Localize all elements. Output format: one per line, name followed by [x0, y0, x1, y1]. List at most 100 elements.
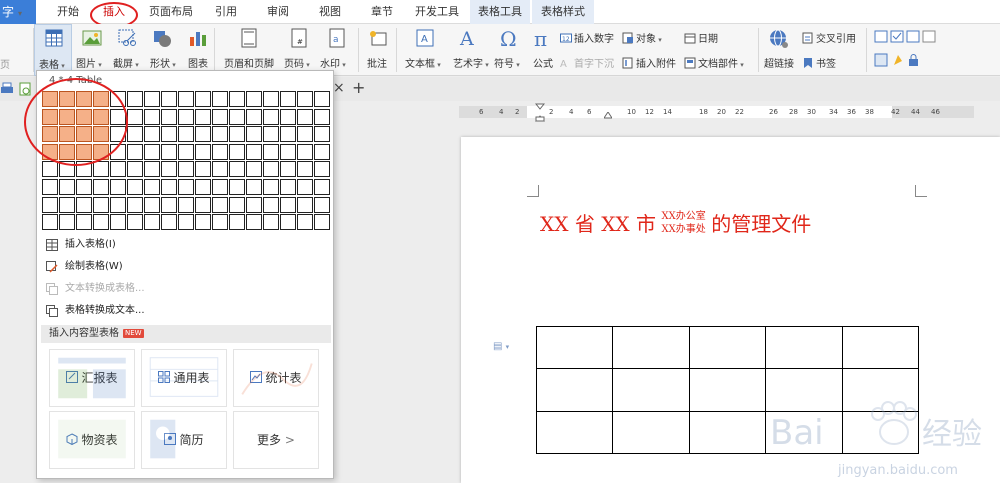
tab-developer-tools[interactable]: 开发工具	[412, 0, 462, 24]
bookmark-button[interactable]: 书签	[802, 55, 836, 70]
tab-review[interactable]: 审阅	[262, 0, 294, 24]
grid-cell[interactable]	[297, 214, 313, 231]
grid-cell[interactable]	[212, 161, 228, 178]
grid-cell[interactable]	[178, 126, 194, 143]
grid-cell[interactable]	[297, 196, 313, 213]
table-cell[interactable]	[765, 325, 843, 370]
text-to-table-menu-item[interactable]: 文本转换成表格...	[43, 279, 329, 299]
grid-cell[interactable]	[76, 196, 92, 213]
grid-cell[interactable]	[246, 108, 262, 125]
grid-cell[interactable]	[76, 179, 92, 195]
grid-cell[interactable]	[144, 143, 160, 160]
grid-cell[interactable]	[314, 214, 330, 231]
tab-stop-marker-icon[interactable]	[604, 112, 612, 119]
grid-cell[interactable]	[195, 196, 211, 213]
grid-cell[interactable]	[297, 161, 313, 178]
grid-cell[interactable]	[144, 126, 160, 143]
grid-cell[interactable]	[246, 91, 262, 107]
grid-cell[interactable]	[263, 143, 279, 160]
grid-cell[interactable]	[127, 214, 143, 231]
grid-cell[interactable]	[280, 179, 296, 195]
grid-cell[interactable]	[110, 196, 126, 213]
template-supplies-card[interactable]: 物资表	[49, 411, 135, 469]
grid-cell[interactable]	[127, 196, 143, 213]
grid-cell[interactable]	[314, 126, 330, 143]
symbol-button[interactable]: 符号 ▾	[494, 55, 520, 70]
grid-cell[interactable]	[246, 161, 262, 178]
draw-table-menu-item[interactable]: 绘制表格(W)	[43, 257, 329, 277]
grid-cell[interactable]	[280, 108, 296, 125]
grid-cell[interactable]	[178, 91, 194, 107]
grid-cell[interactable]	[144, 91, 160, 107]
print-icon[interactable]	[0, 82, 14, 96]
table-cell[interactable]	[612, 325, 690, 370]
grid-cell[interactable]	[297, 143, 313, 160]
grid-cell[interactable]	[178, 143, 194, 160]
chart-button[interactable]: 图表	[188, 55, 208, 70]
grid-cell[interactable]	[195, 143, 211, 160]
grid-cell[interactable]	[314, 196, 330, 213]
indent-marker-icon[interactable]	[535, 103, 545, 123]
grid-cell[interactable]	[280, 143, 296, 160]
close-tab-icon[interactable]: ×	[333, 80, 345, 96]
grid-cell[interactable]	[314, 143, 330, 160]
date-button[interactable]: 日期	[684, 30, 718, 45]
grid-cell[interactable]	[280, 91, 296, 107]
grid-cell[interactable]	[42, 196, 58, 213]
template-resume-card[interactable]: 简历	[141, 411, 227, 469]
grid-cell[interactable]	[178, 196, 194, 213]
grid-cell[interactable]	[42, 161, 58, 178]
table-cell[interactable]	[535, 410, 614, 455]
grid-cell[interactable]	[59, 214, 75, 231]
grid-cell[interactable]	[229, 196, 245, 213]
print-preview-icon[interactable]	[18, 82, 32, 96]
grid-cell[interactable]	[314, 179, 330, 195]
grid-cell[interactable]	[212, 179, 228, 195]
tab-section[interactable]: 章节	[366, 0, 398, 24]
template-general-card[interactable]: 通用表	[141, 349, 227, 407]
picture-button[interactable]: 图片 ▾	[76, 55, 102, 70]
grid-cell[interactable]	[195, 126, 211, 143]
grid-cell[interactable]	[297, 179, 313, 195]
app-menu-button[interactable]: 字 ▾	[0, 0, 36, 24]
grid-cell[interactable]	[246, 196, 262, 213]
grid-cell[interactable]	[195, 179, 211, 195]
tab-page-layout[interactable]: 页面布局	[146, 0, 196, 24]
tab-reference[interactable]: 引用	[210, 0, 242, 24]
grid-cell[interactable]	[110, 214, 126, 231]
grid-cell[interactable]	[178, 179, 194, 195]
tab-view[interactable]: 视图	[314, 0, 346, 24]
grid-cell[interactable]	[161, 161, 177, 178]
table-cell[interactable]	[535, 325, 614, 370]
cross-reference-button[interactable]: 交叉引用	[802, 30, 856, 45]
document-title[interactable]: XX 省 XX 市 XX办公室 XX办事处 的管理文件	[540, 208, 811, 238]
grid-cell[interactable]	[178, 214, 194, 231]
grid-cell[interactable]	[246, 126, 262, 143]
grid-cell[interactable]	[280, 126, 296, 143]
table-cell[interactable]	[612, 410, 690, 455]
grid-cell[interactable]	[263, 179, 279, 195]
tab-start[interactable]: 开始	[50, 0, 86, 24]
grid-cell[interactable]	[314, 108, 330, 125]
textbox-button[interactable]: 文本框 ▾	[405, 55, 441, 70]
grid-cell[interactable]	[229, 161, 245, 178]
grid-cell[interactable]	[246, 214, 262, 231]
grid-cell[interactable]	[76, 214, 92, 231]
grid-cell[interactable]	[161, 91, 177, 107]
grid-cell[interactable]	[161, 196, 177, 213]
grid-cell[interactable]	[229, 179, 245, 195]
grid-cell[interactable]	[110, 161, 126, 178]
grid-cell[interactable]	[144, 196, 160, 213]
grid-cell[interactable]	[195, 161, 211, 178]
grid-cell[interactable]	[195, 108, 211, 125]
screenshot-button[interactable]: 截屏 ▾	[113, 55, 139, 70]
template-more-card[interactable]: 更多 >	[233, 411, 319, 469]
table-cell[interactable]	[535, 368, 614, 412]
grid-cell[interactable]	[59, 196, 75, 213]
grid-cell[interactable]	[144, 179, 160, 195]
grid-cell[interactable]	[246, 179, 262, 195]
page-number-button[interactable]: 页码 ▾	[284, 55, 310, 70]
table-cell[interactable]	[688, 410, 767, 455]
table-to-text-menu-item[interactable]: 表格转换成文本...	[43, 301, 329, 321]
grid-cell[interactable]	[263, 126, 279, 143]
